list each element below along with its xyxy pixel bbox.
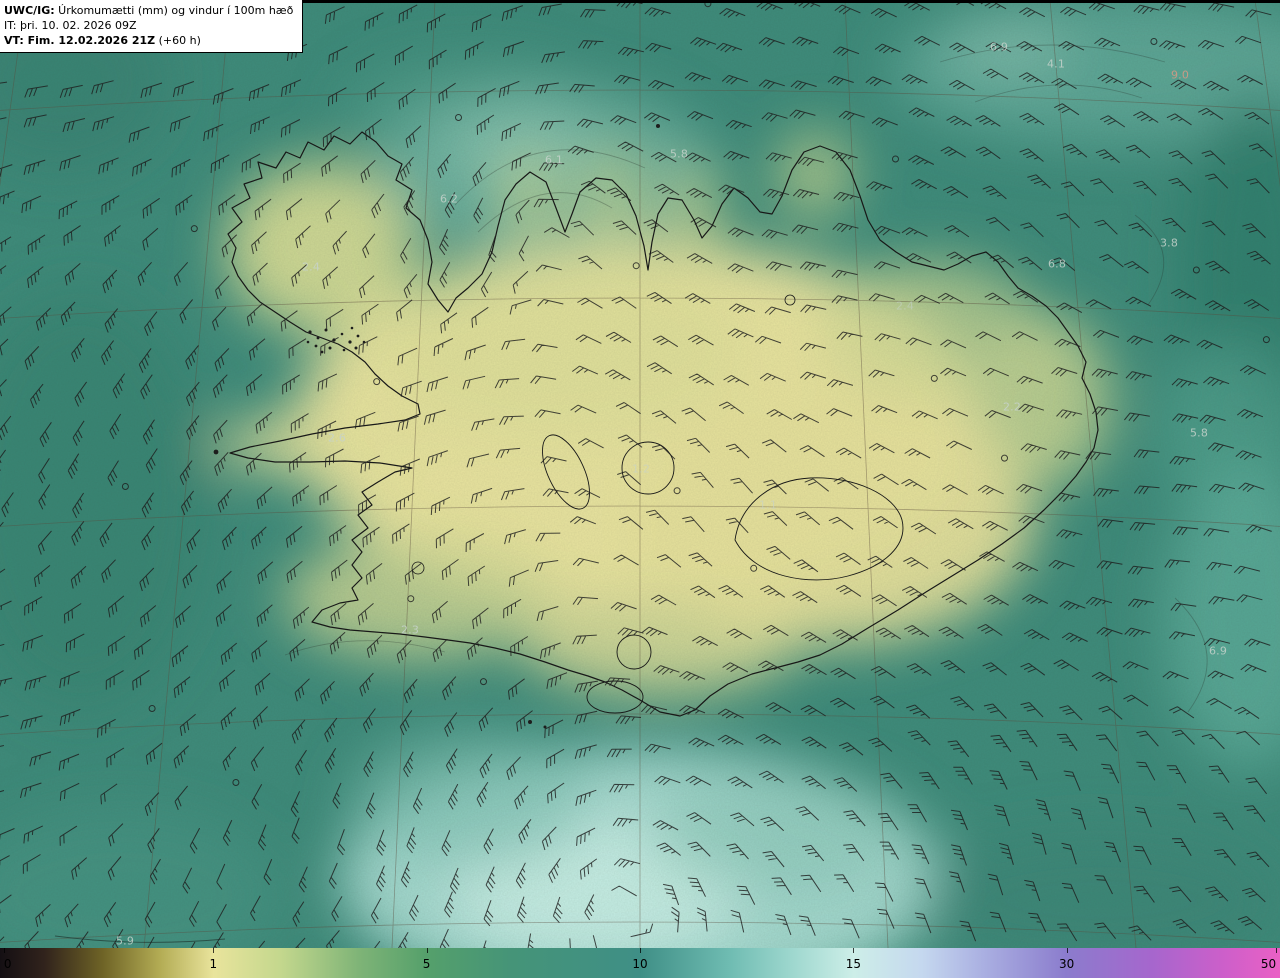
dither-texture [0,0,1280,948]
field-title: Úrkomumætti (mm) og vindur í 100m hæð [54,4,294,17]
colorbar-tick-mark [640,948,641,953]
colorbar-tick-label: 10 [632,957,648,971]
init-time-line: IT: þri. 10. 02. 2026 09Z [4,19,137,32]
colorbar-tick-label: 5 [422,957,431,971]
title-line: UWC/IG: Úrkomumætti (mm) og vindur í 100… [4,3,293,18]
colorbar-tick-label: 15 [845,957,862,971]
lead-time: (+60 h) [155,34,201,47]
colorbar-tick-mark [1066,948,1068,953]
weather-map-page: 6.9 4.1 9.0 6.1 5.8 6.2 3.8 6.8 2.4 2.4 2.2 5.8 2.6 1… [0,0,1280,978]
colorbar-tick-mark [426,948,428,953]
colorbar-tick-label: 1 [209,957,218,971]
map-canvas: 6.9 4.1 9.0 6.1 5.8 6.2 3.8 6.8 2.4 2.4 2.2 5.8 2.6 1… [0,0,1280,948]
colorbar-tick-label: 30 [1058,957,1075,971]
colorbar-tick-mark [853,948,855,953]
colorbar-tick-mark [1276,948,1278,953]
valid-time-line: VT: Fim. 12.02.2026 21Z (+60 h) [4,33,293,48]
title-box: UWC/IG: Úrkomumætti (mm) og vindur í 100… [0,0,304,53]
valid-time: VT: Fim. 12.02.2026 21Z [4,34,156,47]
colorbar-tick-mark [213,948,215,953]
colorbar-tick-label: 50 [1260,957,1277,971]
model-name: UWC/IG: [4,4,55,17]
colorbar-tick-label: 0 [3,957,12,971]
colorbar: 0 1 5 10 15 30 50 [0,948,1280,978]
map-svg [0,0,1280,948]
colorbar-tick-mark [3,948,5,953]
